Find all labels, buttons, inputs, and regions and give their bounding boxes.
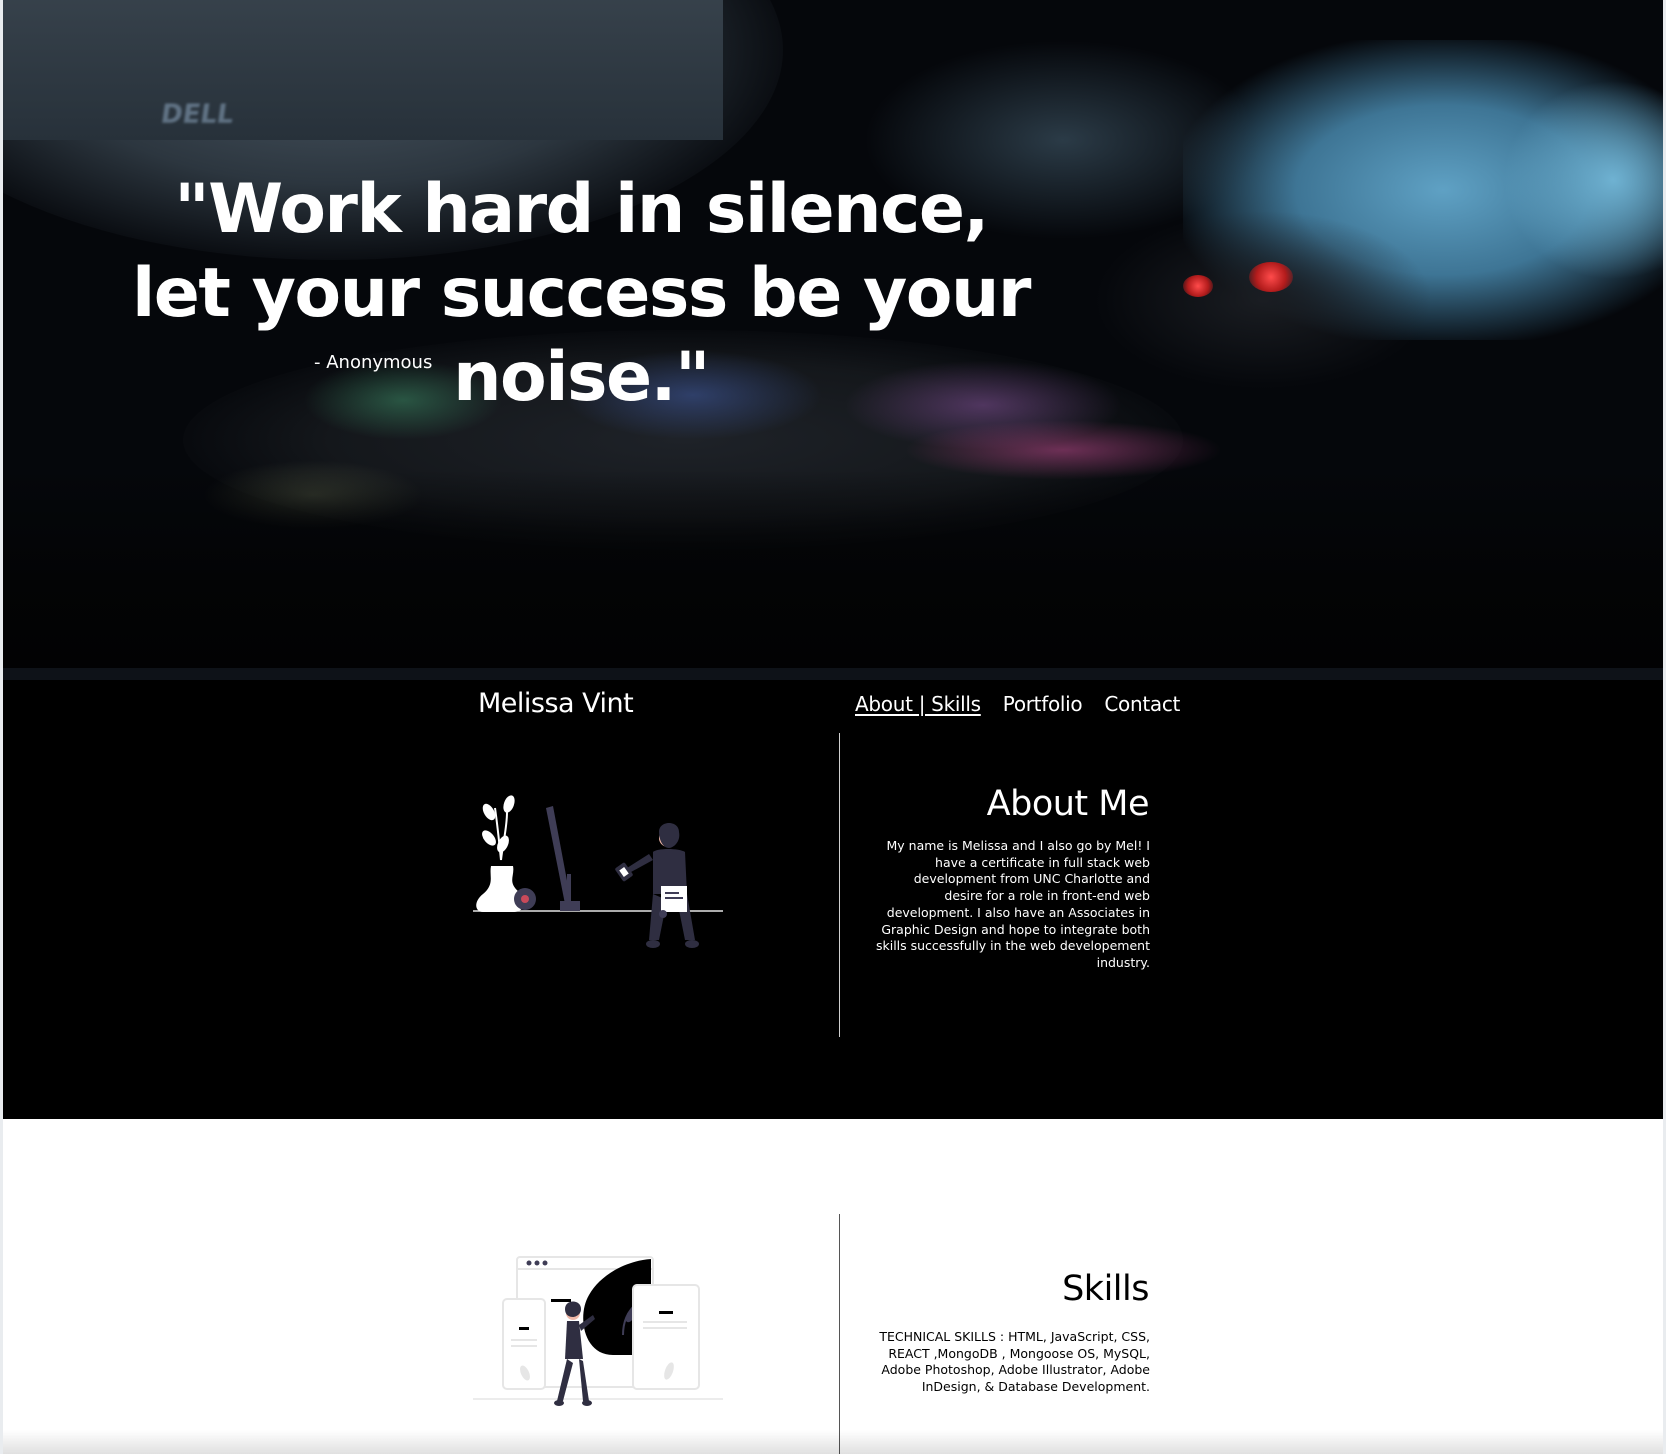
about-title: About Me bbox=[986, 784, 1150, 824]
main-nav: About | Skills Portfolio Contact bbox=[855, 692, 1180, 716]
portfolio-page: DELL "Work hard in silence, let your suc… bbox=[3, 0, 1663, 1454]
nav-link-portfolio[interactable]: Portfolio bbox=[1003, 692, 1083, 716]
skills-description: TECHNICAL SKILLS : HTML, JavaScript, CSS… bbox=[879, 1329, 1150, 1395]
hero-quote-author: - Anonymous bbox=[314, 352, 433, 373]
section-divider bbox=[3, 668, 1663, 680]
skills-vertical-divider bbox=[839, 1214, 840, 1454]
about-section: Melissa Vint About | Skills Portfolio Co… bbox=[3, 680, 1663, 1119]
nav-link-contact[interactable]: Contact bbox=[1104, 692, 1180, 716]
about-vertical-divider bbox=[839, 733, 840, 1037]
page-bottom-shadow bbox=[3, 1430, 1663, 1454]
skills-section: Skills TECHNICAL SKILLS : HTML, JavaScri… bbox=[3, 1119, 1663, 1454]
hero-quote: "Work hard in silence, let your success … bbox=[132, 170, 1031, 417]
brand-name: Melissa Vint bbox=[478, 688, 634, 719]
skills-title: Skills bbox=[1062, 1269, 1149, 1309]
skills-illustration bbox=[473, 1256, 723, 1406]
monitor-logo: DELL bbox=[158, 100, 236, 130]
hero-banner: DELL "Work hard in silence, let your suc… bbox=[3, 0, 1663, 668]
nav-link-about-skills[interactable]: About | Skills bbox=[855, 692, 981, 716]
about-illustration bbox=[473, 795, 723, 948]
about-description: My name is Melissa and I also go by Mel!… bbox=[875, 838, 1150, 970]
